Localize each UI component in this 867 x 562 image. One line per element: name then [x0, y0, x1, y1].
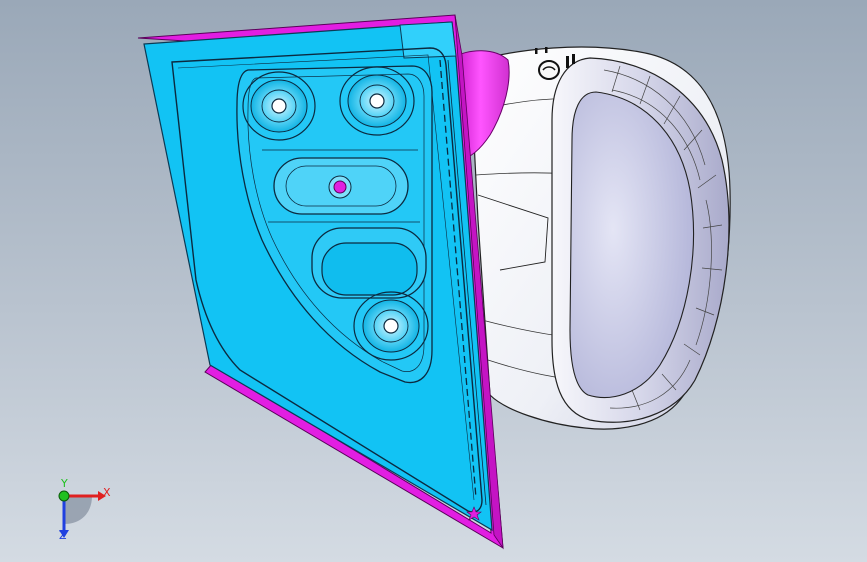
- lower-slot[interactable]: [311, 227, 427, 299]
- axis-z-label: Z: [59, 529, 67, 542]
- triad-shadow: [64, 496, 92, 524]
- cad-graphics-viewport[interactable]: X Y Z: [0, 0, 867, 562]
- axis-y-label: Y: [61, 477, 68, 490]
- mounting-boss[interactable]: [242, 71, 316, 141]
- center-slot[interactable]: [273, 157, 409, 215]
- mounting-boss[interactable]: [353, 291, 429, 361]
- orientation-triad[interactable]: X Y Z: [40, 477, 111, 542]
- mirror-housing: [469, 46, 731, 430]
- brand-badge: [538, 60, 560, 80]
- cad-model-view[interactable]: [0, 0, 867, 562]
- mounting-plate[interactable]: [137, 14, 504, 550]
- axis-x-label: X: [103, 486, 111, 499]
- mounting-boss[interactable]: [339, 66, 415, 136]
